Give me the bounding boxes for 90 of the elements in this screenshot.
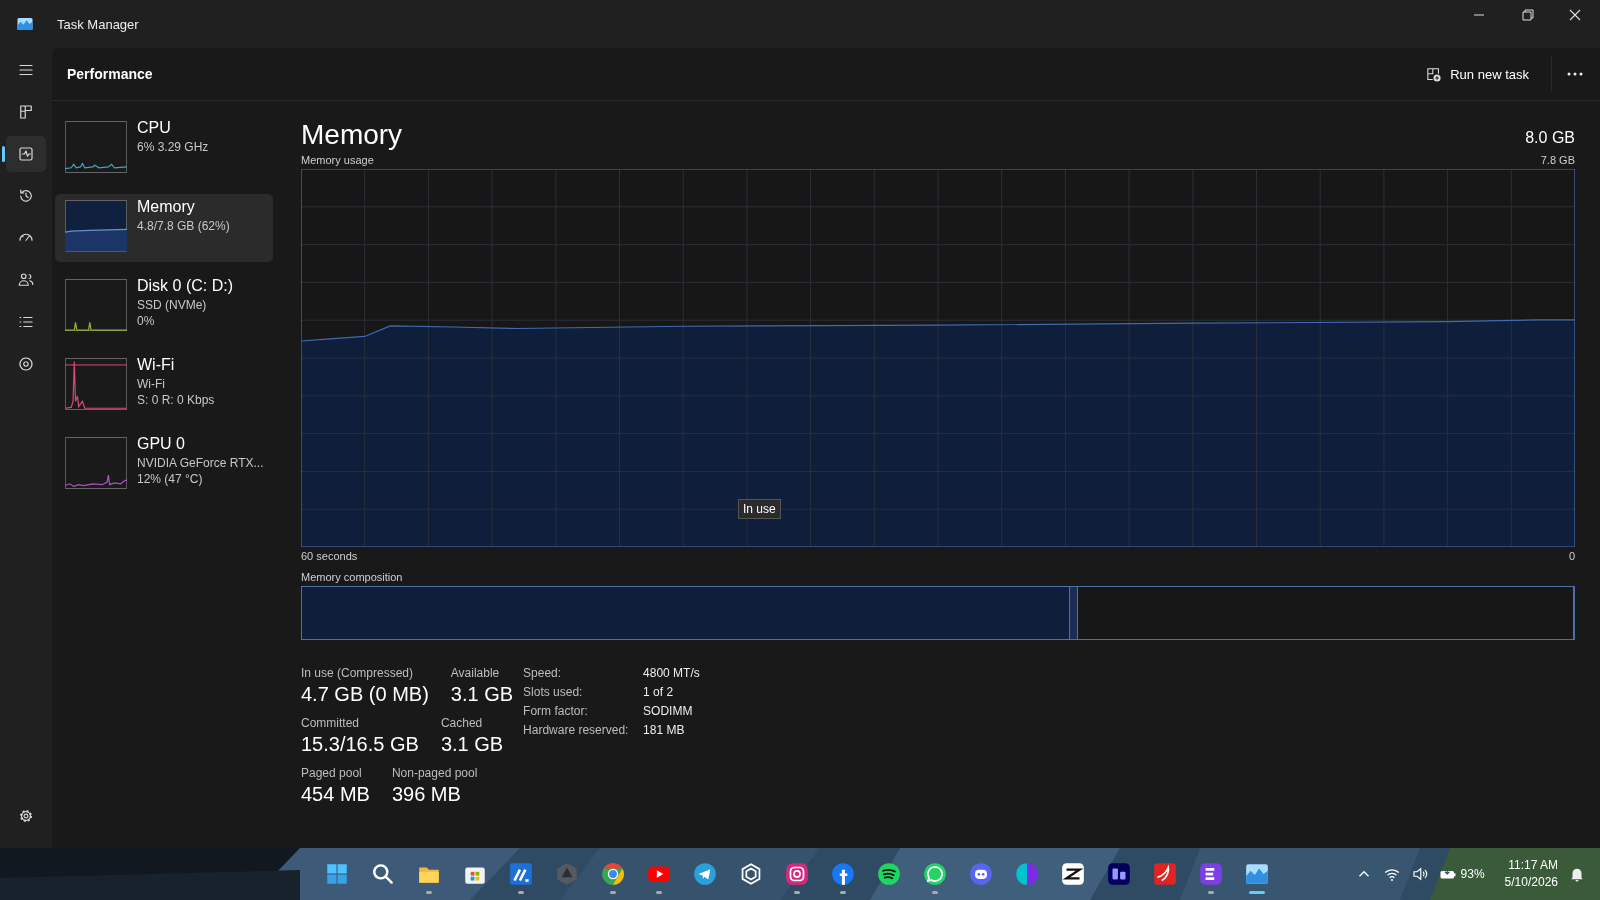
browser-icon[interactable] xyxy=(600,861,626,887)
property-label: Hardware reserved: xyxy=(523,723,630,737)
users-icon xyxy=(17,271,35,289)
running-indicator xyxy=(426,891,432,894)
sparkline-thumbnail xyxy=(65,279,127,331)
property-value: 181 MB xyxy=(643,723,686,737)
device-detail: 0% xyxy=(137,313,156,329)
stat-value: 4.7 GB (0 MB) xyxy=(301,683,429,706)
total-memory: 8.0 GB xyxy=(1525,129,1575,147)
sparkline-thumbnail xyxy=(65,437,127,489)
stat-value: 3.1 GB xyxy=(450,683,514,706)
running-indicator xyxy=(656,891,662,894)
section-title: Memory xyxy=(301,119,403,151)
more-options-icon[interactable] xyxy=(1566,71,1584,77)
running-indicator xyxy=(1249,891,1265,894)
sparkline-thumbnail xyxy=(65,200,127,252)
device-item[interactable]: Wi-Fi Wi-Fi S: 0 R: 0 Kbps xyxy=(55,352,273,420)
device-name: Disk 0 (C: D:) xyxy=(137,277,233,295)
property-value: 4800 MT/s xyxy=(643,666,700,680)
settings-icon xyxy=(17,807,35,825)
device-name: Wi-Fi xyxy=(137,356,176,374)
stat-label: In use (Compressed) xyxy=(301,666,415,680)
device-item[interactable]: GPU 0 NVIDIA GeForce RTX... 12% (47 °C) xyxy=(55,431,273,499)
chart-label: Memory composition xyxy=(301,571,403,583)
app-icon[interactable] xyxy=(1106,861,1132,887)
run-new-task-button[interactable]: Run new task xyxy=(1415,59,1539,89)
property-value: 1 of 2 xyxy=(643,685,675,699)
running-indicator xyxy=(840,891,846,894)
stat-value: 454 MB xyxy=(301,783,370,806)
tooltip: In use xyxy=(738,499,781,519)
chart-label: Memory usage xyxy=(301,154,374,166)
device-detail: SSD (NVMe) xyxy=(137,297,208,313)
stat-value: 396 MB xyxy=(391,783,462,806)
axis-end-label: 0 xyxy=(1568,550,1575,562)
sparkline-thumbnail xyxy=(65,121,127,173)
device-detail: 6% 3.29 GHz xyxy=(137,139,209,155)
sound-waves-icon[interactable] xyxy=(876,861,902,887)
device-detail: 4.8/7.8 GB (62%) xyxy=(137,218,230,234)
device-name: CPU xyxy=(137,119,172,137)
grid-icon xyxy=(17,103,35,121)
stat-label: Cached xyxy=(440,716,484,730)
stat-label: Paged pool xyxy=(301,766,363,780)
device-detail: NVIDIA GeForce RTX... xyxy=(137,455,264,471)
device-detail: 12% (47 °C) xyxy=(137,471,204,487)
device-item[interactable]: Disk 0 (C: D:) SSD (NVMe) 0% xyxy=(55,273,273,341)
running-indicator xyxy=(794,891,800,894)
running-indicator xyxy=(518,891,524,894)
property-label: Slots used: xyxy=(523,685,584,699)
device-item[interactable]: Memory 4.8/7.8 GB (62%) xyxy=(55,194,273,262)
running-indicator xyxy=(610,891,616,894)
stat-label: Committed xyxy=(301,716,360,730)
stat-label: Available xyxy=(450,666,501,680)
property-label: Speed: xyxy=(523,666,563,680)
start-icon[interactable] xyxy=(324,861,350,887)
chat-phone-icon[interactable] xyxy=(922,861,948,887)
clock-date[interactable]: 5/10/2026 xyxy=(1504,874,1558,891)
device-name: Memory xyxy=(137,198,196,216)
stat-value: 15.3/16.5 GB xyxy=(301,733,419,756)
device-item[interactable]: CPU 6% 3.29 GHz xyxy=(55,115,273,183)
paper-plane-icon[interactable] xyxy=(692,861,718,887)
stat-label: Non-paged pool xyxy=(391,766,478,780)
app-icon[interactable] xyxy=(830,861,856,887)
property-label: Form factor: xyxy=(523,704,589,718)
search-icon[interactable] xyxy=(370,861,396,887)
axis-max-label: 7.8 GB xyxy=(1540,154,1575,166)
running-indicator xyxy=(1208,891,1214,894)
property-value: SODIMM xyxy=(643,704,694,718)
controller-icon[interactable] xyxy=(968,861,994,887)
battery-percentage: 93% xyxy=(1460,867,1485,881)
running-indicator xyxy=(932,891,938,894)
app-icon[interactable] xyxy=(1060,861,1086,887)
device-name: GPU 0 xyxy=(137,435,186,453)
clock-time[interactable]: 11:17 AM xyxy=(1508,857,1558,874)
app-icon[interactable] xyxy=(508,861,534,887)
device-detail: S: 0 R: 0 Kbps xyxy=(137,392,215,408)
mountain-chart-icon[interactable] xyxy=(1244,861,1270,887)
camera-icon[interactable] xyxy=(784,861,810,887)
app-icon[interactable] xyxy=(1152,861,1178,887)
speaker-icon[interactable] xyxy=(1410,865,1429,883)
window-title: Task Manager xyxy=(57,16,139,32)
device-detail: Wi-Fi xyxy=(137,376,166,392)
app-icon[interactable] xyxy=(1198,861,1224,887)
sparkline-thumbnail xyxy=(65,358,127,410)
mountain-chart-icon xyxy=(16,15,34,33)
history-icon xyxy=(17,187,35,205)
add-window-icon xyxy=(1425,65,1443,83)
axis-start-label: 60 seconds xyxy=(301,550,358,562)
pulse-chart-icon xyxy=(17,145,35,163)
page-title: Performance xyxy=(67,66,153,82)
stat-value: 3.1 GB xyxy=(440,733,504,756)
